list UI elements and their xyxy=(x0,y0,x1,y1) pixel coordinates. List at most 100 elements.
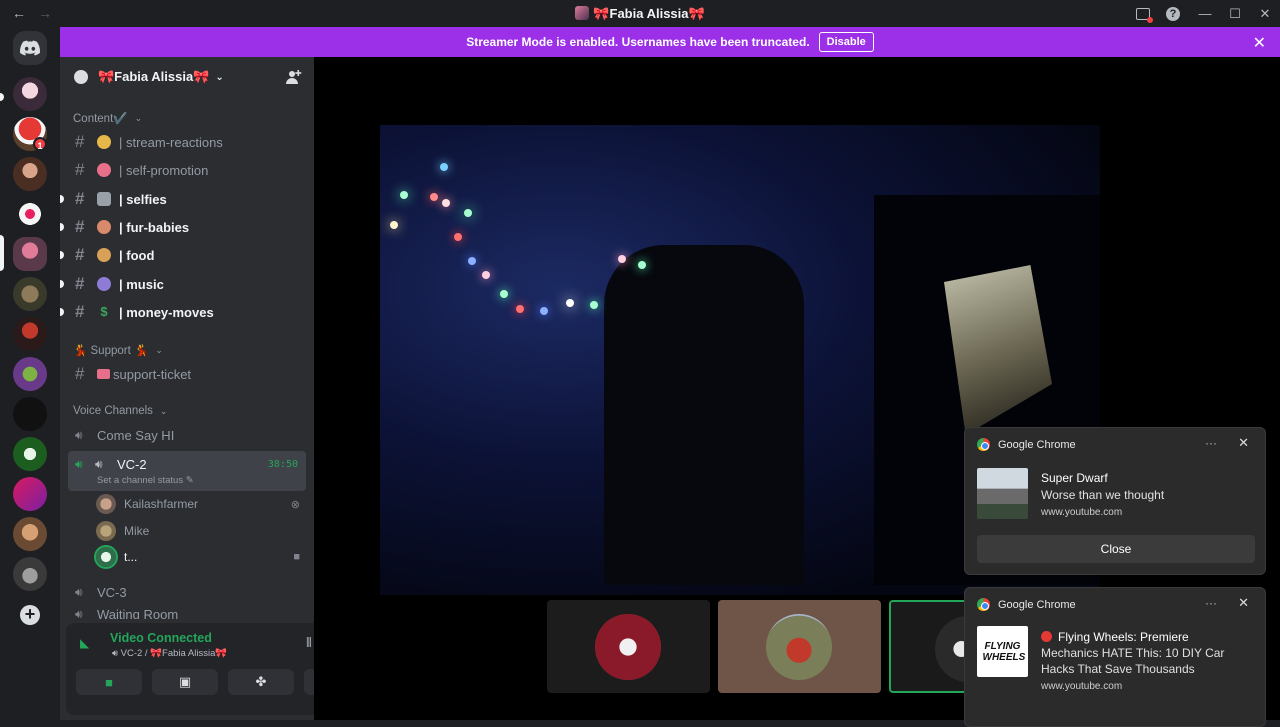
banner-close-icon[interactable]: ✕ xyxy=(1253,33,1266,53)
channel-label: | fur-babies xyxy=(119,219,190,235)
participant-tiles xyxy=(547,600,979,693)
participant-tile[interactable] xyxy=(547,600,710,693)
screen-share-button[interactable]: ▣ xyxy=(152,669,218,695)
voice-channel-come-say-hi[interactable]: 🔊︎ Come Say HI xyxy=(68,421,306,449)
server-icon[interactable] xyxy=(13,437,47,471)
channel-food[interactable]: # | food xyxy=(68,242,306,268)
category-content[interactable]: Content✔️ ⌄ xyxy=(73,111,143,126)
server-icon[interactable] xyxy=(13,477,47,511)
channel-self-promotion[interactable]: # | self-promotion xyxy=(68,157,306,183)
voice-location[interactable]: 🔊︎ VC-2 / 🎀Fabia Alissia🎀 xyxy=(112,648,227,659)
voice-user[interactable]: t... ■ xyxy=(96,545,306,569)
voice-channel-waiting-room[interactable]: 🔊︎ Waiting Room xyxy=(68,607,306,619)
server-icon[interactable] xyxy=(13,517,47,551)
server-icon[interactable] xyxy=(13,77,47,111)
help-icon[interactable]: ? xyxy=(1166,6,1180,21)
chevron-down-icon: ⌄ xyxy=(155,344,163,355)
signal-icon: ◣ xyxy=(80,636,90,650)
server-header[interactable]: 🎀Fabia Alissia🎀 ⌄ xyxy=(60,57,314,97)
notification-title: Flying Wheels: Premiere xyxy=(1041,630,1189,644)
channel-label: | selfies xyxy=(119,191,167,207)
light-bulb xyxy=(540,307,548,315)
call-timer: 38:50 xyxy=(267,459,298,470)
notification-thumbnail xyxy=(977,468,1028,519)
avatar xyxy=(595,614,661,680)
voice-channel-vc-2[interactable]: 🔊︎ 🔊︎ VC-2 38:50 Set a channel status ✎ xyxy=(68,451,306,491)
unread-indicator xyxy=(60,251,64,259)
voice-user[interactable]: Kailashfarmer ⊗ xyxy=(96,492,306,516)
hash-icon: # xyxy=(75,160,85,179)
noise-suppression-icon[interactable]: ⦀ xyxy=(306,635,312,651)
chevron-down-icon: ⌄ xyxy=(134,112,143,123)
cat-emoji-icon xyxy=(97,220,111,234)
category-support[interactable]: 💃 Support 💃 ⌄ xyxy=(73,343,163,358)
voice-channel-vc-3[interactable]: 🔊︎ VC-3 xyxy=(68,578,306,606)
speaker-icon: 🔊︎ xyxy=(75,427,83,442)
unread-indicator xyxy=(60,308,64,316)
chrome-notification[interactable]: Google Chrome ··· ✕ FLYING WHEELS Flying… xyxy=(964,587,1266,727)
add-server-icon[interactable]: + xyxy=(20,605,40,625)
light-bulb xyxy=(500,290,508,298)
category-voice-channels[interactable]: Voice Channels ⌄ xyxy=(73,405,167,417)
hash-icon: # xyxy=(75,274,85,293)
light-bulb xyxy=(618,255,626,263)
voice-user-name: Kailashfarmer xyxy=(124,497,199,511)
hash-icon: # xyxy=(75,132,85,151)
notification-close-icon[interactable]: ✕ xyxy=(1238,435,1249,451)
channel-label: | music xyxy=(119,276,164,292)
server-icon[interactable] xyxy=(13,557,47,591)
server-icon[interactable] xyxy=(13,197,47,231)
voice-user-name: t... xyxy=(124,550,138,564)
channel-money-moves[interactable]: # $ | money-moves xyxy=(68,299,306,325)
guild-selected-pill xyxy=(0,235,4,271)
voice-connected-label: Video Connected xyxy=(110,631,212,645)
guild-unread-pill xyxy=(0,93,4,101)
speaker-icon: 🔊︎ xyxy=(75,607,83,619)
channel-stream-reactions[interactable]: # | stream-reactions xyxy=(68,129,306,155)
dollar-emoji-icon: $ xyxy=(100,304,108,319)
server-icon[interactable] xyxy=(13,397,47,431)
maximize-button[interactable]: ☐ xyxy=(1220,6,1250,22)
disable-button[interactable]: Disable xyxy=(818,32,874,52)
person-add-icon[interactable] xyxy=(286,69,302,85)
participant-tile[interactable] xyxy=(718,600,881,693)
voice-user[interactable]: Mike xyxy=(96,519,306,543)
chevron-down-icon: ⌄ xyxy=(215,71,224,83)
channel-sidebar: 🎀Fabia Alissia🎀 ⌄ Content✔️ ⌄ # | stream-… xyxy=(60,57,370,720)
inbox-icon[interactable] xyxy=(1136,7,1153,23)
person-add-svg xyxy=(286,70,302,84)
minimize-button[interactable]: — xyxy=(1190,6,1220,21)
video-icon: ■ xyxy=(293,551,300,563)
more-options-icon[interactable]: ··· xyxy=(1205,436,1217,450)
more-options-icon[interactable]: ··· xyxy=(1205,596,1217,610)
notification-close-button[interactable]: Close xyxy=(977,535,1255,563)
voice-channel-label: Come Say HI xyxy=(97,427,175,443)
notification-app: Google Chrome xyxy=(998,598,1076,611)
server-icon[interactable] xyxy=(13,317,47,351)
channel-fur-babies[interactable]: # | fur-babies xyxy=(68,214,306,240)
music-note-emoji-icon xyxy=(97,277,111,291)
discord-logo-icon xyxy=(20,40,40,56)
chrome-notification[interactable]: Google Chrome ··· ✕ Super Dwarf Worse th… xyxy=(964,427,1266,575)
notification-close-icon[interactable]: ✕ xyxy=(1238,595,1249,611)
server-icon[interactable] xyxy=(13,277,47,311)
thumbnail-logo-text: FLYING WHEELS xyxy=(982,640,1026,663)
activities-button[interactable]: ✤ xyxy=(228,669,294,695)
discord-home-icon[interactable] xyxy=(13,31,47,65)
server-icon[interactable] xyxy=(13,357,47,391)
camera-button[interactable]: ■ xyxy=(76,669,142,695)
pencil-icon: ✎ xyxy=(185,475,194,486)
speaker-active-icon: 🔊︎ xyxy=(75,457,83,471)
server-icon[interactable] xyxy=(13,157,47,191)
server-icon-selected[interactable] xyxy=(13,237,47,271)
channel-status[interactable]: Set a channel status ✎ xyxy=(97,475,194,486)
server-badge-icon xyxy=(74,70,88,84)
channel-label: | stream-reactions xyxy=(119,134,223,150)
channel-music[interactable]: # | music xyxy=(68,271,306,297)
channel-support-ticket[interactable]: # support-ticket xyxy=(68,361,306,387)
light-bulb xyxy=(440,163,448,171)
speaker-icon: 🔊︎ xyxy=(75,584,83,599)
close-button[interactable]: ✕ xyxy=(1250,6,1280,22)
avatar xyxy=(96,521,116,541)
channel-selfies[interactable]: # | selfies xyxy=(68,186,306,212)
